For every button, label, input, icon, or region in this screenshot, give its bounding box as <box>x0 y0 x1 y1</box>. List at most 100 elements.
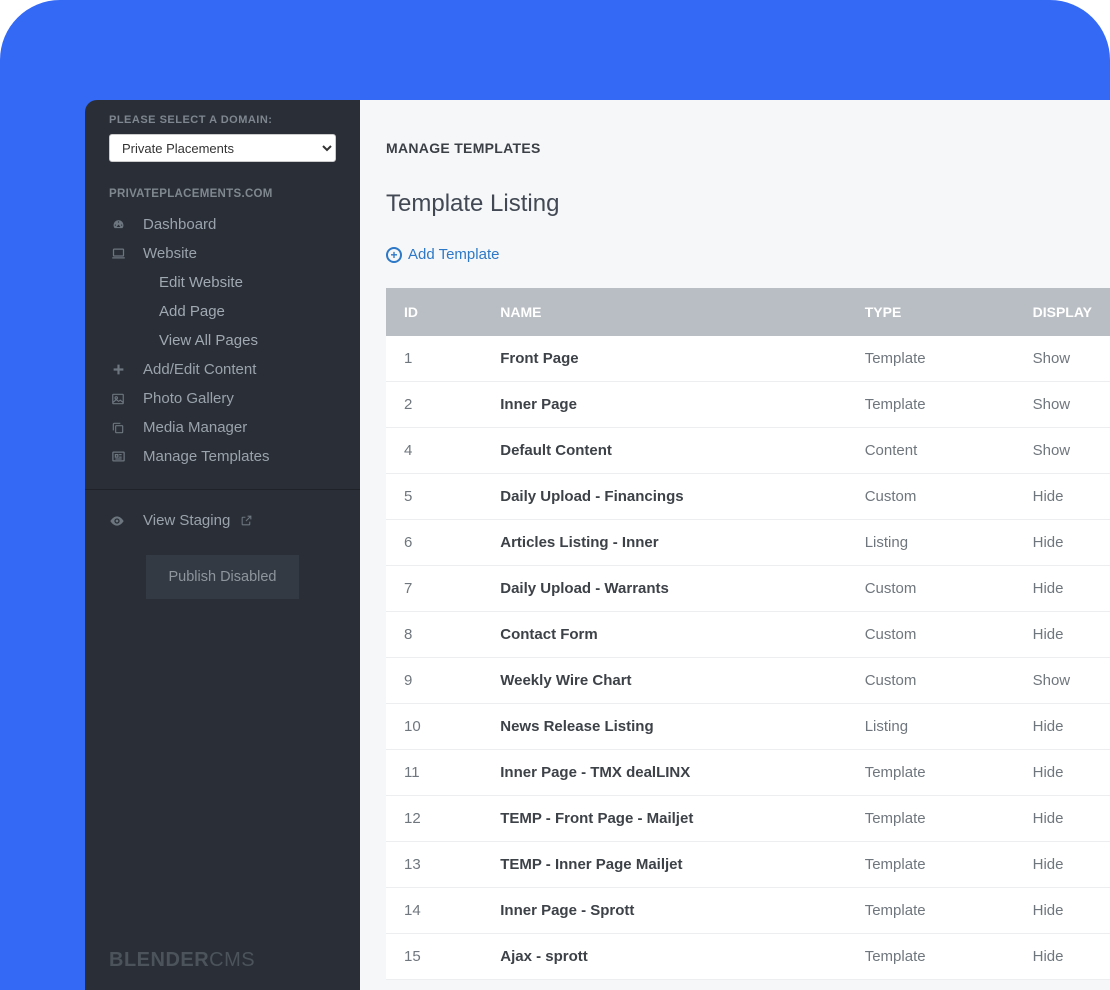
cell-id: 14 <box>386 887 482 933</box>
cell-name: Inner Page <box>482 381 846 427</box>
cell-name: Articles Listing - Inner <box>482 519 846 565</box>
templates-table: ID NAME TYPE DISPLAY 1Front PageTemplate… <box>386 288 1110 980</box>
table-row[interactable]: 6Articles Listing - InnerListingHide <box>386 519 1110 565</box>
add-template-label: Add Template <box>408 246 499 263</box>
cell-display: Hide <box>1015 703 1110 749</box>
cell-id: 13 <box>386 841 482 887</box>
cell-display: Hide <box>1015 519 1110 565</box>
current-domain-label: PRIVATEPLACEMENTS.COM <box>85 180 360 210</box>
cell-display: Hide <box>1015 933 1110 979</box>
cell-type: Custom <box>847 657 1015 703</box>
cell-display: Show <box>1015 657 1110 703</box>
cell-name: TEMP - Inner Page Mailjet <box>482 841 846 887</box>
table-row[interactable]: 15Ajax - sprottTemplateHide <box>386 933 1110 979</box>
cell-id: 12 <box>386 795 482 841</box>
cell-name: Daily Upload - Warrants <box>482 565 846 611</box>
sidebar-item-view-staging[interactable]: View Staging <box>85 498 360 543</box>
page-title: Template Listing <box>386 190 1110 218</box>
sidebar-item-photo-gallery[interactable]: Photo Gallery <box>85 384 360 413</box>
domain-select-label: PLEASE SELECT A DOMAIN: <box>85 100 360 134</box>
sidebar-item-label: Dashboard <box>143 216 216 233</box>
cell-id: 2 <box>386 381 482 427</box>
plus-circle-icon: + <box>386 247 402 263</box>
cell-type: Content <box>847 427 1015 473</box>
th-id[interactable]: ID <box>386 288 482 336</box>
table-row[interactable]: 11Inner Page - TMX dealLINXTemplateHide <box>386 749 1110 795</box>
cell-name: Weekly Wire Chart <box>482 657 846 703</box>
cell-id: 15 <box>386 933 482 979</box>
cell-name: Front Page <box>482 336 846 382</box>
sidebar-item-label: Manage Templates <box>143 448 269 465</box>
cell-id: 6 <box>386 519 482 565</box>
cell-type: Listing <box>847 519 1015 565</box>
view-staging-label: View Staging <box>143 512 230 529</box>
newspaper-icon <box>109 449 127 464</box>
dashboard-icon <box>109 217 127 232</box>
table-row[interactable]: 12TEMP - Front Page - MailjetTemplateHid… <box>386 795 1110 841</box>
table-row[interactable]: 7Daily Upload - WarrantsCustomHide <box>386 565 1110 611</box>
th-type[interactable]: TYPE <box>847 288 1015 336</box>
cell-type: Template <box>847 749 1015 795</box>
cell-id: 7 <box>386 565 482 611</box>
sidebar-item-website[interactable]: Website <box>85 239 360 268</box>
sidebar-item-add-page[interactable]: Add Page <box>85 297 360 326</box>
cell-name: TEMP - Front Page - Mailjet <box>482 795 846 841</box>
plus-icon <box>109 363 127 376</box>
image-icon <box>109 392 127 406</box>
cell-display: Hide <box>1015 795 1110 841</box>
cell-display: Show <box>1015 336 1110 382</box>
cell-display: Hide <box>1015 841 1110 887</box>
sidebar-item-media-manager[interactable]: Media Manager <box>85 413 360 442</box>
sidebar-item-manage-templates[interactable]: Manage Templates <box>85 442 360 471</box>
sidebar-item-label: Add/Edit Content <box>143 361 256 378</box>
th-name[interactable]: NAME <box>482 288 846 336</box>
table-row[interactable]: 9Weekly Wire ChartCustomShow <box>386 657 1110 703</box>
laptop-icon <box>109 246 127 261</box>
cell-id: 8 <box>386 611 482 657</box>
cell-name: Default Content <box>482 427 846 473</box>
cell-name: Inner Page - Sprott <box>482 887 846 933</box>
table-row[interactable]: 8Contact FormCustomHide <box>386 611 1110 657</box>
sidebar-item-dashboard[interactable]: Dashboard <box>85 210 360 239</box>
breadcrumb: MANAGE TEMPLATES <box>386 140 1110 156</box>
cell-type: Template <box>847 336 1015 382</box>
cell-type: Template <box>847 933 1015 979</box>
cell-display: Hide <box>1015 887 1110 933</box>
cell-type: Custom <box>847 565 1015 611</box>
table-row[interactable]: 4Default ContentContentShow <box>386 427 1110 473</box>
table-row[interactable]: 1Front PageTemplateShow <box>386 336 1110 382</box>
cell-display: Show <box>1015 427 1110 473</box>
cell-name: Inner Page - TMX dealLINX <box>482 749 846 795</box>
cell-name: Ajax - sprott <box>482 933 846 979</box>
cell-display: Hide <box>1015 611 1110 657</box>
sidebar-item-view-all-pages[interactable]: View All Pages <box>85 326 360 355</box>
table-row[interactable]: 13TEMP - Inner Page MailjetTemplateHide <box>386 841 1110 887</box>
brand-logo: BLENDERCMS <box>109 949 255 972</box>
cell-display: Show <box>1015 381 1110 427</box>
table-row[interactable]: 5Daily Upload - FinancingsCustomHide <box>386 473 1110 519</box>
cell-id: 4 <box>386 427 482 473</box>
th-display[interactable]: DISPLAY <box>1015 288 1110 336</box>
publish-button[interactable]: Publish Disabled <box>146 555 298 599</box>
sidebar-item-label: Media Manager <box>143 419 247 436</box>
main-content: MANAGE TEMPLATES Template Listing + Add … <box>360 100 1110 990</box>
cell-type: Template <box>847 795 1015 841</box>
cell-id: 11 <box>386 749 482 795</box>
copy-icon <box>109 421 127 435</box>
cell-type: Template <box>847 887 1015 933</box>
sidebar-item-label: Website <box>143 245 197 262</box>
cell-name: Contact Form <box>482 611 846 657</box>
sidebar-item-add-edit-content[interactable]: Add/Edit Content <box>85 355 360 384</box>
cell-id: 9 <box>386 657 482 703</box>
sidebar-item-label: Photo Gallery <box>143 390 234 407</box>
table-row[interactable]: 10News Release ListingListingHide <box>386 703 1110 749</box>
cell-type: Custom <box>847 611 1015 657</box>
table-row[interactable]: 2Inner PageTemplateShow <box>386 381 1110 427</box>
add-template-link[interactable]: + Add Template <box>386 246 499 263</box>
table-row[interactable]: 14Inner Page - SprottTemplateHide <box>386 887 1110 933</box>
cell-name: Daily Upload - Financings <box>482 473 846 519</box>
sidebar-divider <box>85 489 360 490</box>
sidebar-item-edit-website[interactable]: Edit Website <box>85 268 360 297</box>
domain-select[interactable]: Private Placements <box>109 134 336 162</box>
eye-icon <box>109 513 127 529</box>
